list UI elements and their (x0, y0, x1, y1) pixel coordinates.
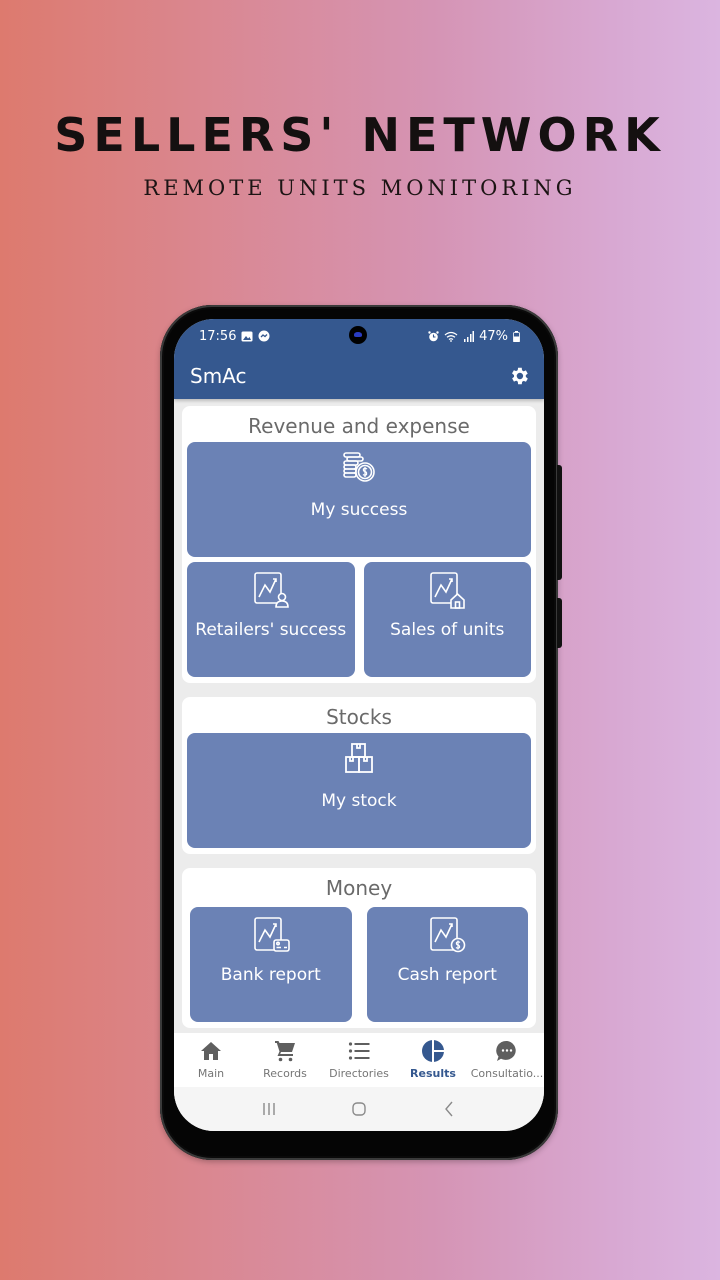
chart-person-icon (253, 572, 289, 608)
cash-report-button[interactable]: Cash report (366, 907, 528, 1022)
phone-screen: 17:56 47% SmAc Revenue and expense My su… (174, 319, 544, 1131)
tile-label: My stock (321, 791, 397, 811)
section-revenue-expense: Revenue and expense My success Retailers… (182, 406, 536, 683)
tile-label: Cash report (397, 965, 497, 985)
nav-records[interactable]: Records (248, 1039, 322, 1080)
section-title: Stocks (326, 705, 392, 729)
section-stocks: Stocks My stock (182, 697, 536, 854)
nav-results[interactable]: Results (396, 1039, 470, 1080)
wifi-icon (444, 331, 458, 342)
section-title: Money (325, 876, 393, 900)
home-button-icon[interactable] (349, 1099, 369, 1119)
my-success-button[interactable]: My success (187, 442, 531, 557)
chat-icon (496, 1040, 516, 1061)
tile-label: Sales of units (390, 620, 505, 640)
recents-icon[interactable] (259, 1099, 279, 1119)
pie-chart-icon (422, 1040, 444, 1062)
tile-label: My success (310, 500, 408, 520)
nav-main[interactable]: Main (174, 1039, 248, 1080)
bottom-nav: Main Records Directories Results Consult… (174, 1033, 544, 1087)
front-camera (349, 326, 367, 344)
promo-title: SELLERS' NETWORK (54, 108, 666, 162)
status-bar: 17:56 47% (174, 319, 544, 353)
main-content: Revenue and expense My success Retailers… (174, 399, 544, 1033)
status-time: 17:56 (199, 328, 237, 344)
list-icon (348, 1042, 370, 1060)
promo-subtitle: REMOTE UNITS MONITORING (143, 176, 577, 200)
tile-label: Retailers' success (195, 620, 347, 640)
nav-label: Directories (329, 1067, 389, 1080)
alarm-icon (428, 330, 439, 341)
tile-label: Bank report (220, 965, 321, 985)
chart-house-icon (430, 572, 466, 609)
nav-consultation[interactable]: Consultatio... (470, 1039, 544, 1080)
nav-label: Consultatio... (470, 1067, 544, 1080)
section-money: Money Bank report Cash report (182, 868, 536, 1028)
cart-icon (275, 1041, 295, 1062)
chart-card-icon (253, 917, 290, 952)
system-nav-bar (174, 1087, 544, 1131)
signal-icon (464, 330, 475, 342)
bank-report-button[interactable]: Bank report (190, 907, 352, 1022)
messenger-icon (258, 330, 270, 342)
app-bar: SmAc (174, 353, 544, 399)
section-title: Revenue and expense (248, 414, 470, 438)
nav-directories[interactable]: Directories (322, 1039, 396, 1080)
app-title: SmAc (190, 364, 247, 388)
volume-button (557, 465, 562, 580)
phone-frame: 17:56 47% SmAc Revenue and expense My su… (160, 305, 562, 1160)
coins-dollar-icon (343, 452, 375, 482)
retailers-success-button[interactable]: Retailers' success (187, 562, 355, 677)
my-stock-button[interactable]: My stock (187, 733, 531, 848)
power-button (557, 598, 562, 648)
nav-label: Records (263, 1067, 307, 1080)
gear-icon[interactable] (508, 365, 530, 387)
battery-percent: 47% (479, 328, 508, 344)
chart-dollar-icon (430, 917, 466, 953)
back-icon[interactable] (439, 1099, 459, 1119)
nav-label: Main (197, 1067, 225, 1080)
battery-icon (513, 330, 520, 342)
gallery-icon (241, 331, 253, 341)
boxes-icon (345, 743, 373, 773)
sales-of-units-button[interactable]: Sales of units (363, 562, 531, 677)
nav-label: Results (410, 1067, 456, 1080)
home-icon (201, 1042, 221, 1060)
